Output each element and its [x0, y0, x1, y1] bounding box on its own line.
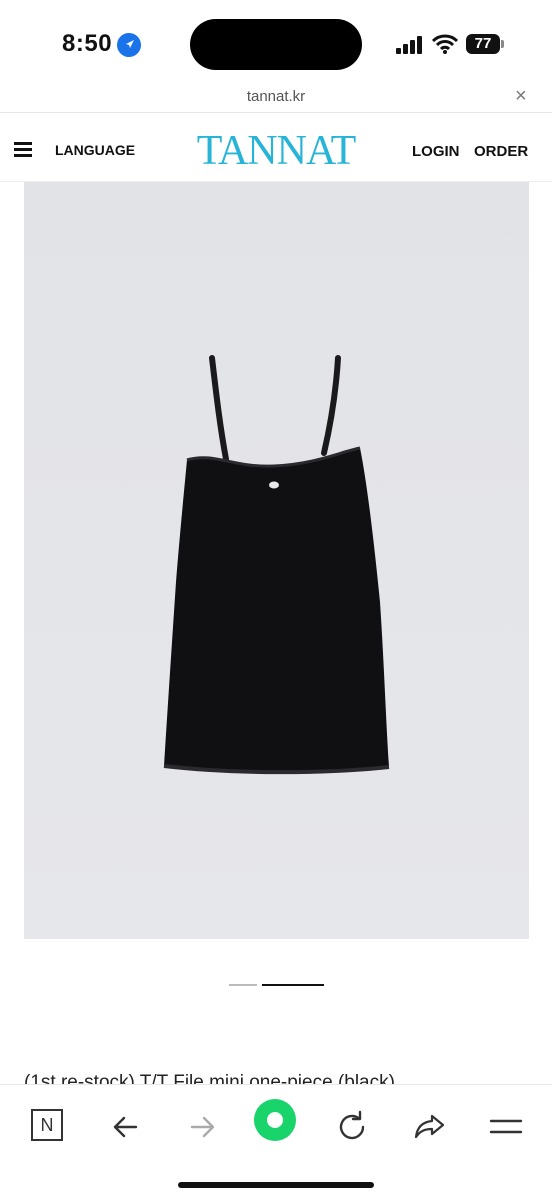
carousel-indicator-1[interactable] [229, 984, 257, 986]
location-arrow-icon [117, 33, 141, 57]
home-green-icon[interactable] [254, 1099, 296, 1141]
language-link[interactable]: LANGUAGE [55, 142, 135, 158]
clock: 8:50 [62, 30, 113, 57]
login-link[interactable]: LOGIN [412, 143, 460, 160]
black-mini-dress-image [24, 182, 529, 939]
hamburger-menu-icon[interactable] [14, 142, 32, 158]
order-link[interactable]: ORDER [474, 143, 528, 160]
battery-indicator: 77 [466, 34, 500, 54]
battery-tip [501, 40, 504, 48]
wifi-icon [432, 34, 458, 54]
home-indicator [178, 1182, 374, 1188]
refresh-icon[interactable] [330, 1105, 374, 1149]
site-logo[interactable]: TANNAT [186, 127, 366, 175]
naver-n-label: N [31, 1109, 63, 1141]
forward-arrow-icon[interactable] [180, 1105, 224, 1149]
site-header: LANGUAGE TANNAT LOGIN ORDER [0, 113, 552, 182]
cellular-signal-icon [396, 36, 422, 54]
status-bar: 8:50 77 [0, 0, 552, 88]
menu-icon[interactable] [484, 1105, 528, 1149]
naver-n-icon[interactable]: N [29, 1105, 73, 1149]
share-icon[interactable] [408, 1105, 452, 1149]
back-arrow-icon[interactable] [104, 1105, 148, 1149]
close-icon[interactable]: × [515, 85, 527, 108]
product-image[interactable] [24, 182, 529, 939]
carousel-indicator-2[interactable] [262, 984, 324, 986]
browser-url-bar[interactable]: tannat.kr × [0, 84, 552, 113]
url-text[interactable]: tannat.kr [0, 88, 552, 105]
dynamic-island [190, 19, 362, 70]
